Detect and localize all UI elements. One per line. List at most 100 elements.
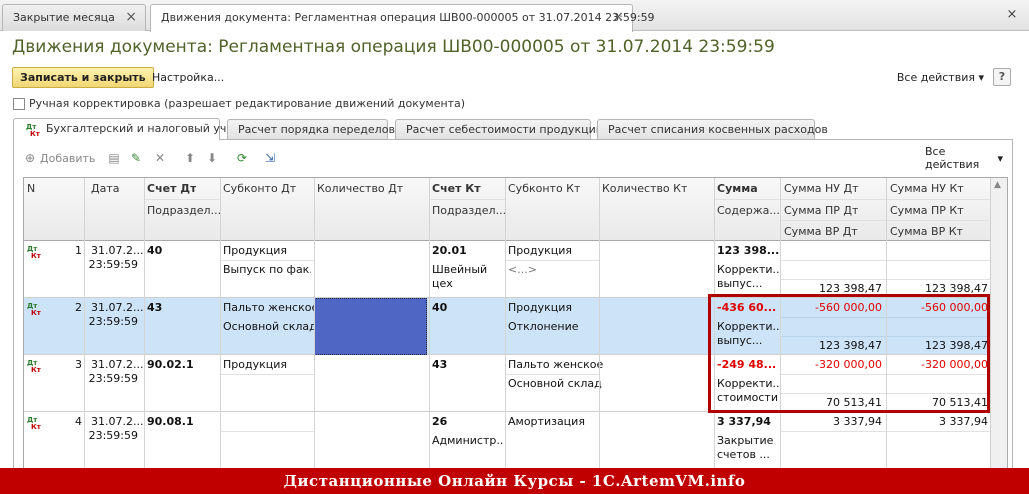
dt-kt-icon: Дт Кт <box>27 359 41 374</box>
row-dept-kt-1: Швейный <box>432 263 488 276</box>
checkbox-label: Ручная корректировка (разрешает редактир… <box>29 97 466 110</box>
tab-accounting[interactable]: Дт Кт Бухгалтерский и налоговый учет <box>13 118 240 140</box>
sub-tab-bar: Дт Кт Бухгалтерский и налоговый учет Расч… <box>13 118 1013 140</box>
col-account-dt[interactable]: Счет Дт <box>147 182 196 195</box>
refresh-button[interactable]: ⟳ <box>235 148 249 168</box>
col-pr-dt[interactable]: Сумма ПР Дт <box>784 204 858 217</box>
row-subconto-kt-1: Пальто женское <box>508 358 604 371</box>
col-nu-dt[interactable]: Сумма НУ Дт <box>784 182 859 195</box>
row-date: 31.07.2... <box>91 244 144 257</box>
move-down-button[interactable]: ⬇ <box>205 148 219 168</box>
dt-kt-icon: Дт Кт <box>27 416 41 431</box>
row-time: 23:59:59 <box>88 315 138 328</box>
copy-button[interactable]: ▤ <box>107 148 121 168</box>
row-content-2: выпус... <box>717 277 763 290</box>
tab-document-movements[interactable]: Движения документа: Регламентная операци… <box>150 4 655 32</box>
table-header: N Дата Счет Дт Подраздел... Субконто Дт … <box>24 178 1007 241</box>
copy-icon: ▤ <box>108 151 120 165</box>
dt-kt-icon: Дт Кт <box>27 245 41 260</box>
col-date[interactable]: Дата <box>91 182 119 195</box>
col-vr-dt[interactable]: Сумма ВР Дт <box>784 225 858 238</box>
dt-kt-icon: Дт Кт <box>26 123 40 138</box>
row-account-dt: 90.02.1 <box>147 358 194 371</box>
arrow-up-icon[interactable]: ▲ <box>994 180 1001 190</box>
move-up-button[interactable]: ⬆ <box>183 148 197 168</box>
col-qty-kt[interactable]: Количество Кт <box>602 182 687 195</box>
row-subconto-dt-2: Выпуск по фак... <box>223 263 311 276</box>
row-content-2: счетов ... <box>717 448 770 461</box>
col-subconto-dt[interactable]: Субконто Дт <box>223 182 296 195</box>
pencil-icon: ✎ <box>130 151 142 165</box>
all-actions-menu[interactable]: Все действия ▾ <box>897 71 984 84</box>
row-subconto-kt-1: Продукция <box>508 301 572 314</box>
chevron-down-icon: ▾ <box>978 71 984 84</box>
table-row[interactable]: Дт Кт 4 31.07.2... 23:59:59 90.08.1 26 Ад… <box>24 412 991 469</box>
col-account-kt[interactable]: Счет Кт <box>432 182 481 195</box>
settings-button[interactable]: Настройка... <box>152 71 224 84</box>
delete-button[interactable]: ✕ <box>153 148 167 168</box>
close-icon[interactable]: × <box>125 9 137 25</box>
col-dept-dt[interactable]: Подраздел... <box>147 204 221 217</box>
refresh-icon: ⟳ <box>236 151 248 165</box>
arrow-down-icon: ⬇ <box>206 151 218 165</box>
row-subconto-dt-1: Продукция <box>223 244 287 257</box>
col-vr-kt[interactable]: Сумма ВР Кт <box>890 225 963 238</box>
export-button[interactable]: ⇲ <box>263 148 277 168</box>
col-sum[interactable]: Сумма <box>717 182 758 195</box>
col-qty-dt[interactable]: Количество Дт <box>317 182 403 195</box>
row-time: 23:59:59 <box>88 372 138 385</box>
export-icon: ⇲ <box>264 151 276 165</box>
row-date: 31.07.2... <box>91 415 144 428</box>
qty-dt-cell-active[interactable] <box>314 298 427 355</box>
row-account-dt: 43 <box>147 301 163 314</box>
row-number: 2 <box>75 301 82 314</box>
row-subconto-kt-1: Амортизация <box>508 415 585 428</box>
col-n[interactable]: N <box>27 182 35 195</box>
col-dept-kt[interactable]: Подраздел... <box>432 204 506 217</box>
tab-label: Расчет списания косвенных расходов <box>608 123 828 136</box>
col-content[interactable]: Содержа... <box>717 204 780 217</box>
tab-product-cost[interactable]: Расчет себестоимости продукции <box>395 119 603 139</box>
manual-correction-checkbox[interactable]: Ручная корректировка (разрешает редактир… <box>13 97 465 110</box>
row-subconto-kt-2: Основной склад <box>508 377 602 390</box>
checkbox-box[interactable] <box>13 97 25 110</box>
tab-label: Расчет себестоимости продукции <box>406 123 603 136</box>
table-all-actions-menu[interactable]: Все действия ▾ <box>925 145 1003 171</box>
row-nu-kt: 3 337,94 <box>939 415 988 428</box>
dt-kt-icon: Дт Кт <box>27 302 41 317</box>
tab-indirect-costs[interactable]: Расчет списания косвенных расходов <box>597 119 828 139</box>
row-account-kt: 40 <box>432 301 448 314</box>
course-banner: Дистанционные Онлайн Курсы - 1С.ArtemVM.… <box>0 468 1029 494</box>
row-date: 31.07.2... <box>91 358 144 371</box>
tab-conversion-order[interactable]: Расчет порядка переделов <box>227 119 395 139</box>
col-nu-kt[interactable]: Сумма НУ Кт <box>890 182 964 195</box>
add-icon: ⊕ <box>24 151 36 165</box>
delete-icon: ✕ <box>154 151 166 165</box>
row-account-kt: 20.01 <box>432 244 467 257</box>
all-actions-label: Все действия <box>925 145 980 171</box>
tab-label: Бухгалтерский и налоговый учет <box>46 122 240 135</box>
row-content-1: Закрытие <box>717 434 774 447</box>
close-icon[interactable]: × <box>612 9 624 25</box>
save-and-close-button[interactable]: Записать и закрыть <box>12 67 154 88</box>
tab-month-closing[interactable]: Закрытие месяца × <box>2 4 146 31</box>
row-account-dt: 40 <box>147 244 163 257</box>
col-subconto-kt[interactable]: Субконто Кт <box>508 182 580 195</box>
table-row[interactable]: Дт Кт 1 31.07.2... 23:59:59 40 Продукция … <box>24 241 991 298</box>
row-number: 1 <box>75 244 82 257</box>
row-dept-kt-1: Администр... <box>432 434 504 447</box>
row-content-1: Корректи... <box>717 263 779 276</box>
window-close-icon[interactable]: × <box>1003 6 1021 24</box>
edit-button[interactable]: ✎ <box>129 148 143 168</box>
page-title: Движения документа: Регламентная операци… <box>12 37 775 57</box>
help-button[interactable]: ? <box>993 68 1011 86</box>
row-dept-kt-2: цех <box>432 277 453 290</box>
vertical-scrollbar[interactable]: ▲ <box>990 178 1007 469</box>
row-sum: 123 398... <box>717 244 779 257</box>
row-subconto-dt-2: Основной склад <box>223 320 317 333</box>
row-sum: 3 337,94 <box>717 415 771 428</box>
row-account-dt: 90.08.1 <box>147 415 194 428</box>
add-button[interactable]: ⊕ Добавить <box>23 148 95 168</box>
row-subconto-dt-1: Продукция <box>223 358 287 371</box>
col-pr-kt[interactable]: Сумма ПР Кт <box>890 204 964 217</box>
